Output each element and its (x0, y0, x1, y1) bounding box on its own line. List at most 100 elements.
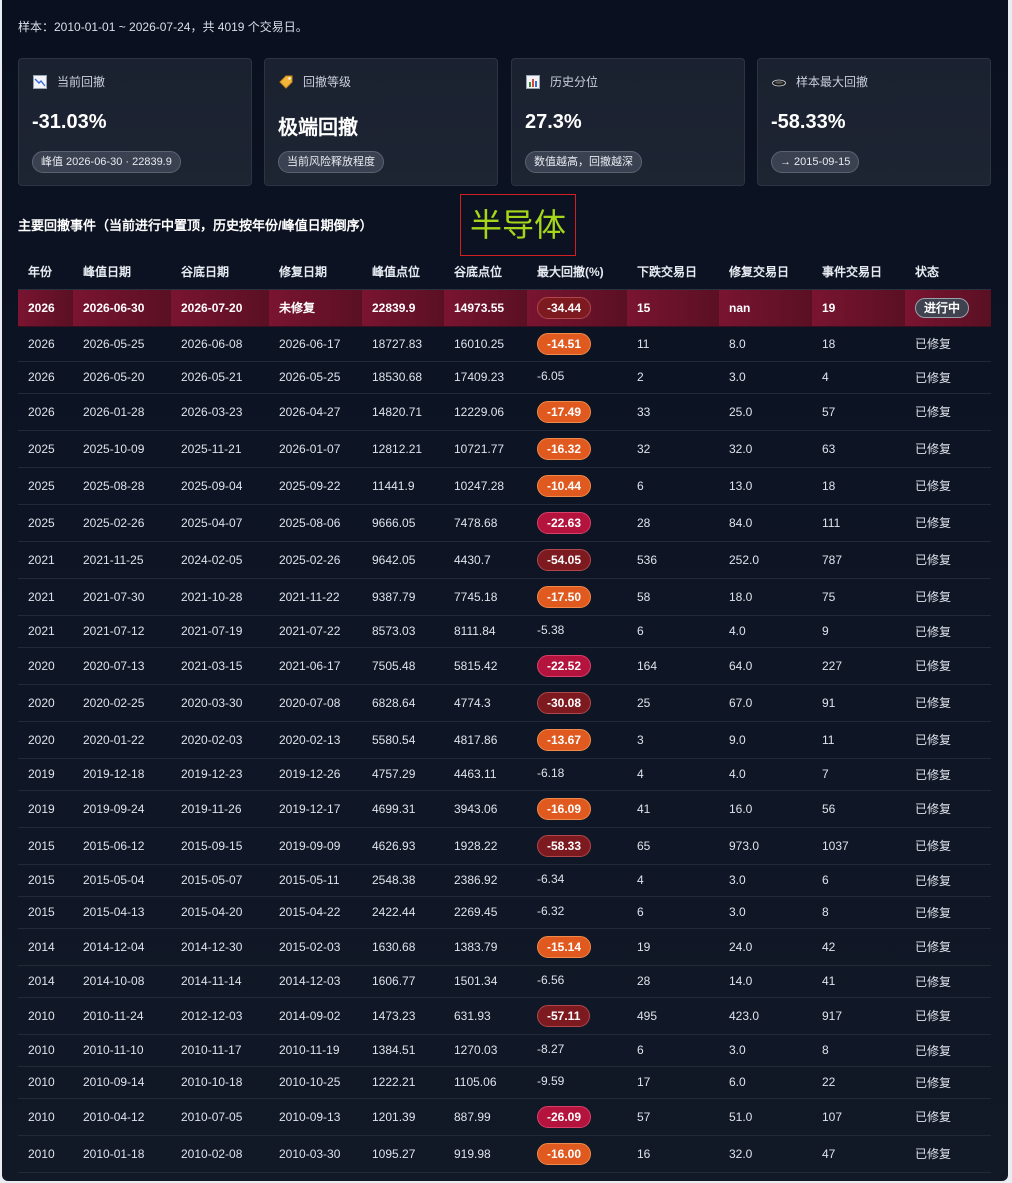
table-row[interactable]: 2026 2026-05-25 2026-06-08 2026-06-17 18727.… (18, 326, 991, 362)
cell-repair-days: 3.0 (719, 361, 812, 394)
table-row[interactable]: 2026 2026-06-30 2026-07-20 未修复 22839.9 14973.… (18, 289, 991, 327)
table-row[interactable]: 2025 2025-10-09 2025-11-21 2026-01-07 12812.… (18, 430, 991, 468)
cell-trough-date: 2021-03-15 (171, 647, 269, 685)
table-row[interactable]: 2020 2020-01-22 2020-02-03 2020-02-13 5580.5… (18, 721, 991, 759)
cell-status-text: 已修复 (915, 839, 952, 853)
column-header[interactable]: 谷底日期 (171, 255, 269, 290)
cell-peak-value: 4626.93 (362, 827, 444, 865)
cell-down-days: 17 (627, 1066, 719, 1099)
column-header[interactable]: 状态 (905, 255, 991, 290)
table-row[interactable]: 2014 2014-10-08 2014-11-14 2014-12-03 1606.7… (18, 965, 991, 998)
column-header[interactable]: 最大回撤(%) (527, 255, 627, 290)
cell-trough-date: 2010-07-05 (171, 1098, 269, 1136)
cell-event-days: 227 (812, 647, 905, 685)
cell-repair-days: 252.0 (719, 541, 812, 579)
table-row[interactable]: 2020 2020-07-13 2021-03-15 2021-06-17 7505.4… (18, 647, 991, 685)
cell-trough-date: 2026-03-23 (171, 393, 269, 431)
card-value: -31.03% (32, 111, 107, 133)
table-row[interactable]: 2025 2025-08-28 2025-09-04 2025-09-22 11441.… (18, 467, 991, 505)
table-row[interactable]: 2025 2025-02-26 2025-04-07 2025-08-06 9666.0… (18, 504, 991, 542)
table-row[interactable]: 2015 2015-06-12 2015-09-15 2019-09-09 4626.9… (18, 827, 991, 865)
cell-repair-date-text: 2025-09-22 (279, 478, 341, 493)
table-row[interactable]: 2014 2014-12-04 2014-12-30 2015-02-03 1630.6… (18, 928, 991, 966)
cell-year-text: 2020 (28, 658, 55, 673)
table-row[interactable]: 2010 2010-11-24 2012-12-03 2014-09-02 1473.2… (18, 997, 991, 1035)
table-row[interactable]: 2020 2020-02-25 2020-03-30 2020-07-08 6828.6… (18, 684, 991, 722)
cell-event-days-text: 6 (822, 873, 829, 887)
cell-repair-days-text: 8.0 (729, 336, 746, 351)
cell-event-days: 18 (812, 467, 905, 505)
cell-peak-date: 2026-01-28 (73, 393, 171, 431)
cell-max-drawdown: -8.27 (527, 1034, 627, 1067)
cell-peak-date-text: 2021-07-30 (83, 589, 145, 604)
table-row[interactable]: 2021 2021-07-12 2021-07-19 2021-07-22 8573.0… (18, 615, 991, 648)
cell-trough-value: 17409.23 (444, 361, 527, 394)
drawdown-badge: -16.32 (537, 437, 592, 460)
cell-max-drawdown: -15.14 (527, 928, 627, 966)
cell-peak-date: 2010-11-24 (73, 997, 171, 1035)
cell-repair-date: 2015-05-11 (269, 864, 362, 897)
cell-peak-date-text: 2020-02-25 (83, 695, 145, 710)
table-row[interactable]: 2015 2015-05-04 2015-05-07 2015-05-11 2548.3… (18, 864, 991, 897)
table-row[interactable]: 2026 2026-01-28 2026-03-23 2026-04-27 14820.… (18, 393, 991, 431)
cell-repair-days: 6.0 (719, 1066, 812, 1099)
cell-down-days: 28 (627, 965, 719, 998)
cell-peak-value: 4757.29 (362, 758, 444, 791)
cell-repair-days: 24.0 (719, 928, 812, 966)
cell-repair-days: 32.0 (719, 430, 812, 468)
table-row[interactable]: 2010 2010-09-14 2010-10-18 2010-10-25 1222.2… (18, 1066, 991, 1099)
column-header[interactable]: 修复交易日 (719, 255, 812, 290)
table-row[interactable]: 2015 2015-04-13 2015-04-20 2015-04-22 2422.4… (18, 896, 991, 929)
table-row[interactable]: 2021 2021-07-30 2021-10-28 2021-11-22 9387.7… (18, 578, 991, 616)
table-row[interactable]: 2019 2019-12-18 2019-12-23 2019-12-26 4757.2… (18, 758, 991, 791)
cell-year: 2010 (18, 1034, 73, 1067)
cell-trough-value: 10247.28 (444, 467, 527, 505)
column-header[interactable]: 峰值点位 (362, 255, 444, 290)
table-row[interactable]: 2010 2010-04-12 2010-07-05 2010-09-13 1201.3… (18, 1098, 991, 1136)
drawdown-badge: -22.63 (537, 511, 592, 534)
cell-down-days: 11 (627, 326, 719, 362)
cell-peak-date: 2010-09-14 (73, 1066, 171, 1099)
cell-status: 已修复 (905, 615, 991, 648)
cell-event-days: 75 (812, 578, 905, 616)
cell-year-text: 2021 (28, 589, 55, 604)
table-row[interactable]: 2026 2026-05-20 2026-05-21 2026-05-25 18530.… (18, 361, 991, 394)
table-row[interactable]: 2010 2010-11-10 2010-11-17 2010-11-19 1384.5… (18, 1034, 991, 1067)
cell-status: 已修复 (905, 541, 991, 579)
cell-status: 已修复 (905, 684, 991, 722)
cell-repair-date: 2026-05-25 (269, 361, 362, 394)
column-header[interactable]: 修复日期 (269, 255, 362, 290)
cell-repair-days-text: nan (729, 300, 751, 315)
cell-trough-date: 2012-12-03 (171, 997, 269, 1035)
drawdown-badge: -8.27 (537, 1042, 565, 1056)
table-row[interactable]: 2019 2019-09-24 2019-11-26 2019-12-17 4699.3… (18, 790, 991, 828)
cell-max-drawdown: -34.44 (527, 289, 627, 327)
cell-trough-value: 1383.79 (444, 928, 527, 966)
cell-peak-value-text: 9666.05 (372, 515, 416, 530)
drawdown-badge: -16.09 (537, 797, 592, 820)
cell-trough-date: 2026-05-21 (171, 361, 269, 394)
cell-peak-date-text: 2010-01-18 (83, 1146, 145, 1161)
cell-peak-value-text: 2548.38 (372, 873, 416, 887)
column-header[interactable]: 年份 (18, 255, 73, 290)
table-row[interactable]: 2010 2010-01-18 2010-02-08 2010-03-30 1095.2… (18, 1135, 991, 1173)
cell-peak-date-text: 2015-06-12 (83, 838, 145, 853)
cell-trough-date: 2024-02-05 (171, 541, 269, 579)
column-header[interactable]: 谷底点位 (444, 255, 527, 290)
table-row[interactable]: 2021 2021-11-25 2024-02-05 2025-02-26 9642.0… (18, 541, 991, 579)
cell-event-days: 19 (812, 289, 905, 327)
card-pill: 峰值 2026-06-30 · 22839.9 (32, 151, 181, 173)
column-header[interactable]: 事件交易日 (812, 255, 905, 290)
column-header[interactable]: 峰值日期 (73, 255, 171, 290)
cell-down-days-text: 4 (637, 767, 644, 781)
cell-status-text: 已修复 (915, 479, 952, 493)
card-title: 历史分位 (550, 75, 599, 89)
column-header[interactable]: 下跌交易日 (627, 255, 719, 290)
drawdown-badge: -6.56 (537, 973, 565, 987)
cell-down-days: 2 (627, 361, 719, 394)
cell-repair-days: 4.0 (719, 758, 812, 791)
cell-max-drawdown: -13.67 (527, 721, 627, 759)
cell-peak-date: 2026-05-25 (73, 326, 171, 362)
cell-peak-value-text: 1606.77 (372, 974, 416, 988)
cell-repair-date: 2010-10-25 (269, 1066, 362, 1099)
